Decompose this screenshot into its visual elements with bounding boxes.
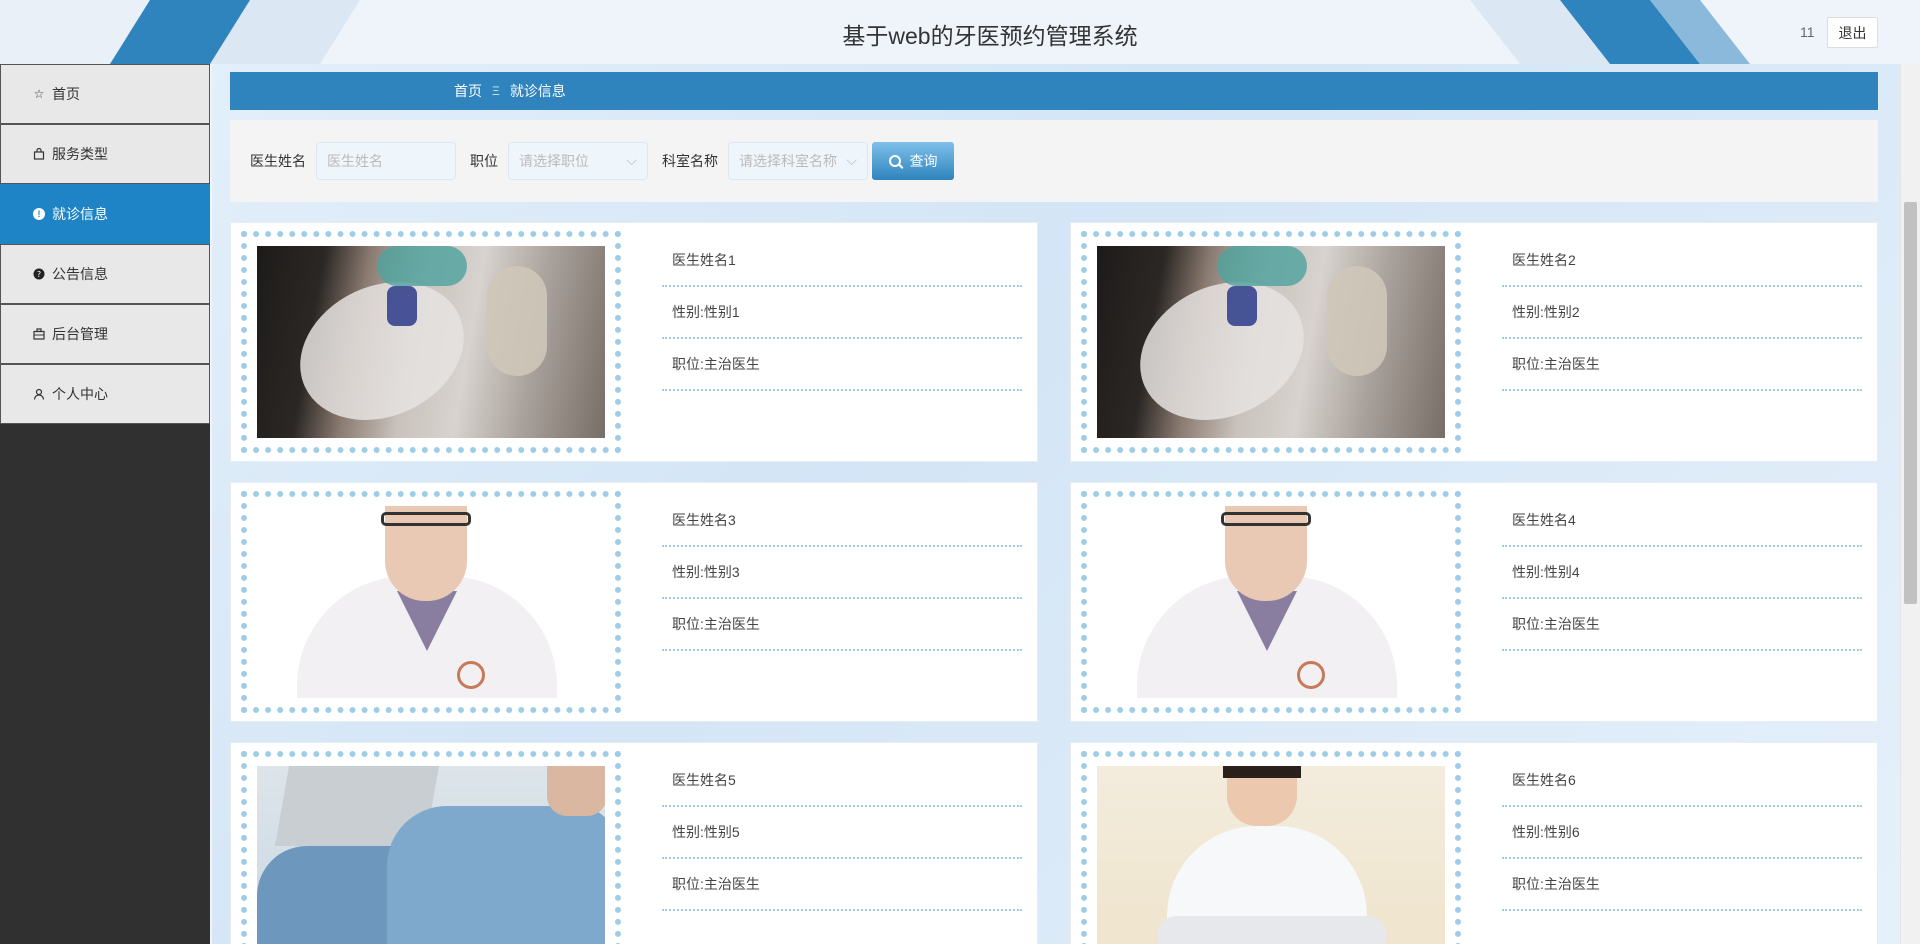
doctor-info: 医生姓名3 性别:性别3 职位:主治医生 xyxy=(662,495,1022,651)
sidebar-item-home[interactable]: ☆ 首页 xyxy=(0,64,210,124)
search-button[interactable]: 查询 xyxy=(872,142,954,180)
doctor-name: 医生姓名5 xyxy=(662,755,1022,807)
top-header: 基于web的牙医预约管理系统 11 退出 xyxy=(0,0,1920,64)
doctor-info: 医生姓名4 性别:性别4 职位:主治医生 xyxy=(1502,495,1862,651)
position-select[interactable]: 请选择职位 ⌵ xyxy=(508,142,648,180)
doctor-photo[interactable] xyxy=(257,246,605,438)
doctor-name: 医生姓名2 xyxy=(1502,235,1862,287)
sidebar-nav: ☆ 首页 服务类型 ! 就诊信息 ? 公告信息 后台管理 个人中心 xyxy=(0,64,210,944)
bag-icon xyxy=(33,148,45,160)
doctor-gender: 性别:性别1 xyxy=(662,287,1022,339)
sidebar-item-service-types[interactable]: 服务类型 xyxy=(0,124,210,184)
chevron-down-icon: ⌵ xyxy=(626,152,637,168)
doctor-photo[interactable] xyxy=(1097,506,1445,698)
department-placeholder: 请选择科室名称 xyxy=(739,153,837,169)
doctor-position: 职位:主治医生 xyxy=(1502,599,1862,651)
doctor-position: 职位:主治医生 xyxy=(662,339,1022,391)
doctor-gender: 性别:性别3 xyxy=(662,547,1022,599)
photo-frame xyxy=(1081,231,1461,453)
doctor-photo[interactable] xyxy=(1097,766,1445,944)
logout-button[interactable]: 退出 xyxy=(1827,17,1878,48)
doctor-gender: 性别:性别5 xyxy=(662,807,1022,859)
photo-frame xyxy=(241,751,621,944)
scrollbar-thumb[interactable] xyxy=(1904,202,1917,604)
doctor-gender: 性别:性别4 xyxy=(1502,547,1862,599)
search-button-label: 查询 xyxy=(909,153,938,169)
breadcrumb-home[interactable]: 首页 xyxy=(454,81,482,101)
photo-frame xyxy=(1081,491,1461,713)
search-form: 医生姓名 医生姓名 职位 请选择职位 ⌵ 科室名称 请选择科室名称 ⌵ 查询 xyxy=(230,120,1878,202)
doctor-name-placeholder: 医生姓名 xyxy=(327,153,383,169)
photo-frame xyxy=(241,231,621,453)
search-icon xyxy=(888,155,901,167)
chevron-down-icon: ⌵ xyxy=(846,152,857,168)
sidebar-item-label: 公告信息 xyxy=(52,266,108,282)
sidebar-item-visit-info[interactable]: ! 就诊信息 xyxy=(0,184,210,244)
doctor-position: 职位:主治医生 xyxy=(662,859,1022,911)
doctor-name: 医生姓名3 xyxy=(662,495,1022,547)
department-select[interactable]: 请选择科室名称 ⌵ xyxy=(728,142,868,180)
doctor-name: 医生姓名1 xyxy=(662,235,1022,287)
svg-text:?: ? xyxy=(37,270,41,279)
doctor-info: 医生姓名2 性别:性别2 职位:主治医生 xyxy=(1502,235,1862,391)
doctor-name-input[interactable]: 医生姓名 xyxy=(316,142,456,180)
doctor-name: 医生姓名6 xyxy=(1502,755,1862,807)
breadcrumb-separator: Ξ xyxy=(492,84,500,98)
doctor-position: 职位:主治医生 xyxy=(662,599,1022,651)
sidebar-item-label: 就诊信息 xyxy=(52,206,108,222)
doctor-card[interactable]: 医生姓名3 性别:性别3 职位:主治医生 xyxy=(230,482,1038,722)
user-icon xyxy=(33,388,45,400)
doctor-photo[interactable] xyxy=(1097,246,1445,438)
sidebar-item-profile[interactable]: 个人中心 xyxy=(0,364,210,424)
sidebar-item-label: 服务类型 xyxy=(52,146,108,162)
doctor-photo[interactable] xyxy=(257,766,605,944)
doctor-info: 医生姓名1 性别:性别1 职位:主治医生 xyxy=(662,235,1022,391)
doctor-info: 医生姓名6 性别:性别6 职位:主治医生 xyxy=(1502,755,1862,911)
doctor-position: 职位:主治医生 xyxy=(1502,859,1862,911)
doctor-card[interactable]: 医生姓名2 性别:性别2 职位:主治医生 xyxy=(1070,222,1878,462)
site-title: 基于web的牙医预约管理系统 xyxy=(842,23,1138,49)
star-icon: ☆ xyxy=(33,87,45,101)
doctor-card[interactable]: 医生姓名5 性别:性别5 职位:主治医生 xyxy=(230,742,1038,944)
doctor-position: 职位:主治医生 xyxy=(1502,339,1862,391)
doctor-card[interactable]: 医生姓名4 性别:性别4 职位:主治医生 xyxy=(1070,482,1878,722)
sidebar-item-label: 后台管理 xyxy=(52,326,108,342)
position-placeholder: 请选择职位 xyxy=(519,153,589,169)
photo-frame xyxy=(241,491,621,713)
page-scrollbar[interactable] xyxy=(1900,64,1920,944)
doctor-gender: 性别:性别6 xyxy=(1502,807,1862,859)
department-label: 科室名称 xyxy=(662,153,718,169)
doctor-photo[interactable] xyxy=(257,506,605,698)
position-label: 职位 xyxy=(470,153,498,169)
doctor-name-label: 医生姓名 xyxy=(250,153,306,169)
username-label: 11 xyxy=(1800,24,1815,40)
briefcase-icon xyxy=(33,328,45,340)
sidebar-item-label: 个人中心 xyxy=(52,386,108,402)
breadcrumb-current: 就诊信息 xyxy=(509,83,566,99)
main-content: 首页 Ξ 就诊信息 医生姓名 医生姓名 职位 请选择职位 ⌵ 科室名称 请选择科… xyxy=(212,64,1900,944)
question-circle-icon: ? xyxy=(33,268,45,280)
doctor-gender: 性别:性别2 xyxy=(1502,287,1862,339)
photo-frame xyxy=(1081,751,1461,944)
sidebar-item-announcements[interactable]: ? 公告信息 xyxy=(0,244,210,304)
doctor-card[interactable]: 医生姓名6 性别:性别6 职位:主治医生 xyxy=(1070,742,1878,944)
breadcrumb: 首页 Ξ 就诊信息 xyxy=(230,72,1878,110)
info-circle-icon: ! xyxy=(33,208,45,220)
doctor-card[interactable]: 医生姓名1 性别:性别1 职位:主治医生 xyxy=(230,222,1038,462)
sidebar-item-label: 首页 xyxy=(52,86,80,102)
doctor-info: 医生姓名5 性别:性别5 职位:主治医生 xyxy=(662,755,1022,911)
doctor-name: 医生姓名4 xyxy=(1502,495,1862,547)
sidebar-item-admin[interactable]: 后台管理 xyxy=(0,304,210,364)
